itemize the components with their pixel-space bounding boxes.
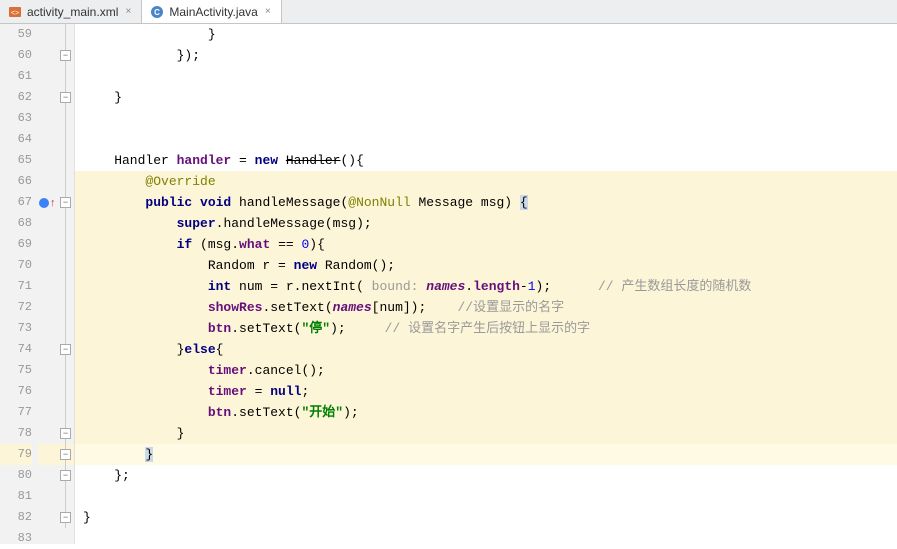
code-line[interactable] [75,486,897,507]
fold-toggle-icon[interactable]: − [60,92,71,103]
line-numbers: 5960616263646566676869707172737475767778… [0,24,38,544]
code-line[interactable]: btn.setText("开始"); [75,402,897,423]
fold-toggle-icon[interactable]: − [60,50,71,61]
code-line[interactable] [75,108,897,129]
svg-text:C: C [154,8,160,17]
code-line[interactable]: btn.setText("停"); // 设置名字产生后按钮上显示的字 [75,318,897,339]
code-line[interactable]: } [75,507,897,528]
breakpoint-icon[interactable] [39,198,49,208]
fold-toggle-icon[interactable]: − [60,470,71,481]
override-up-icon[interactable]: ↑ [50,197,56,209]
tab-activity-main-xml[interactable]: <> activity_main.xml × [0,0,142,23]
tab-label: activity_main.xml [27,5,118,19]
code-line[interactable] [75,528,897,549]
code-line[interactable]: int num = r.nextInt( bound: names.length… [75,276,897,297]
fold-toggle-icon[interactable]: − [60,512,71,523]
fold-toggle-icon[interactable]: − [60,428,71,439]
tab-main-activity-java[interactable]: C MainActivity.java × [142,0,281,23]
svg-text:<>: <> [11,10,19,17]
fold-toggle-icon[interactable]: − [60,449,71,460]
code-line[interactable]: } [75,444,897,465]
fold-column: − − − − − − − − [58,24,74,544]
code-line[interactable]: }else{ [75,339,897,360]
code-line[interactable] [75,129,897,150]
close-icon[interactable]: × [263,7,273,17]
editor: 5960616263646566676869707172737475767778… [0,24,897,544]
xml-file-icon: <> [8,5,22,19]
code-line[interactable]: @Override [75,171,897,192]
gutter-markers: ↑ [38,24,58,544]
code-line[interactable]: Handler handler = new Handler(){ [75,150,897,171]
java-class-icon: C [150,5,164,19]
code-line[interactable]: showRes.setText(names[num]); //设置显示的名字 [75,297,897,318]
code-line[interactable]: timer.cancel(); [75,360,897,381]
gutter: 5960616263646566676869707172737475767778… [0,24,75,544]
code-line[interactable]: Random r = new Random(); [75,255,897,276]
fold-toggle-icon[interactable]: − [60,197,71,208]
code-line[interactable]: } [75,423,897,444]
code-line[interactable]: super.handleMessage(msg); [75,213,897,234]
code-area[interactable]: } }); } Handler handler = new Handler(){… [75,24,897,544]
code-line[interactable]: }; [75,465,897,486]
code-line[interactable]: timer = null; [75,381,897,402]
editor-tabs: <> activity_main.xml × C MainActivity.ja… [0,0,897,24]
code-line[interactable]: } [75,24,897,45]
fold-toggle-icon[interactable]: − [60,344,71,355]
code-line[interactable]: } [75,87,897,108]
code-line[interactable]: if (msg.what == 0){ [75,234,897,255]
tab-label: MainActivity.java [169,5,257,19]
code-line[interactable] [75,66,897,87]
close-icon[interactable]: × [123,7,133,17]
code-line[interactable]: public void handleMessage(@NonNull Messa… [75,192,897,213]
code-line[interactable]: }); [75,45,897,66]
